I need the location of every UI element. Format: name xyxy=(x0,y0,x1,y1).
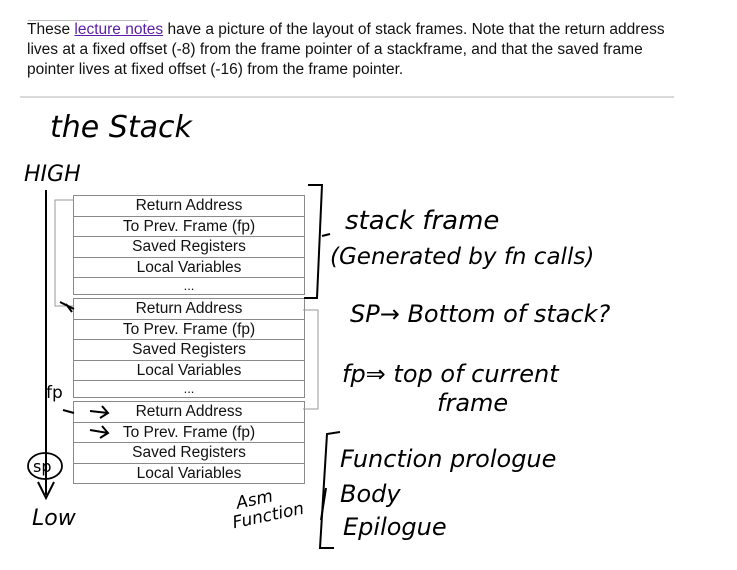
function-bracket xyxy=(318,431,341,549)
frame-bracket-tick xyxy=(321,233,331,237)
frame-link-connector-2 xyxy=(303,309,319,410)
pointer-arrow-frame3 xyxy=(62,405,110,419)
pointer-arrow-frame2 xyxy=(59,301,75,313)
pointer-arrow-prev-fp xyxy=(89,425,110,439)
stack-frame-bracket xyxy=(304,184,324,299)
frame-link-connector-1 xyxy=(54,199,73,307)
handdrawn-strokes xyxy=(27,184,341,549)
